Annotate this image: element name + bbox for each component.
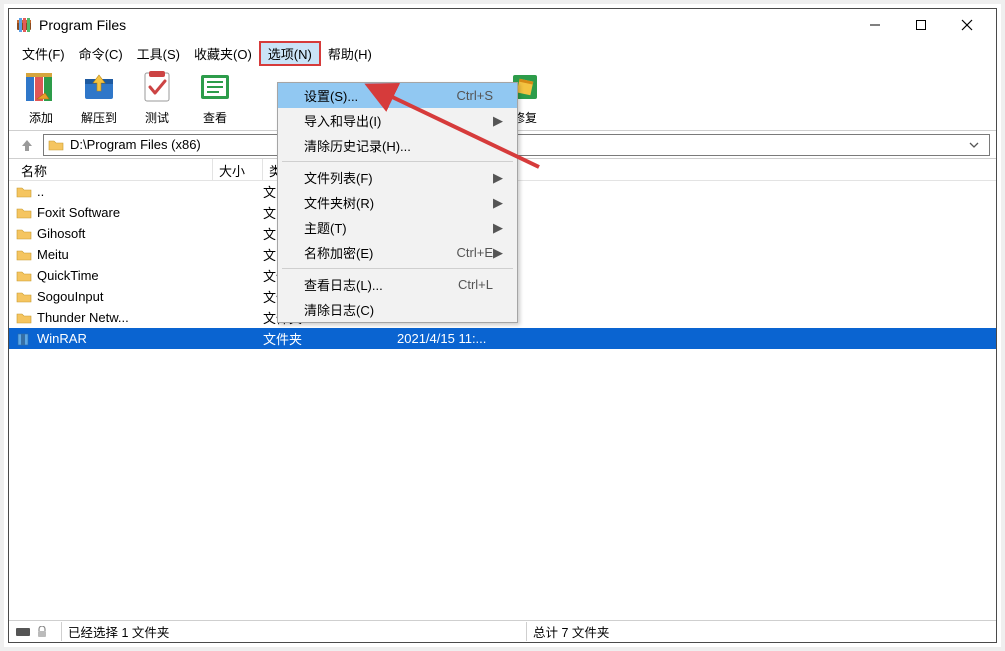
folder-icon [15, 290, 33, 304]
tool-label: 解压到 [81, 109, 117, 126]
file-name: QuickTime [33, 268, 213, 283]
dropdown-label: 文件列表(F) [304, 168, 493, 187]
tool-label: 添加 [29, 109, 53, 126]
dropdown-item[interactable]: 清除日志(C) [278, 297, 517, 322]
list-item[interactable]: WinRAR 文件夹2021/4/15 11:... [9, 328, 996, 349]
file-name: .. [33, 184, 213, 199]
shortcut-label: Ctrl+L [458, 277, 493, 292]
maximize-button[interactable] [898, 11, 944, 39]
status-selection: 已经选择 1 文件夹 [61, 622, 526, 641]
archive-icon [15, 332, 33, 346]
dropdown-item[interactable]: 导入和导出(I)▶ [278, 108, 517, 133]
options-dropdown: 设置(S)...Ctrl+S导入和导出(I)▶清除历史记录(H)...文件列表(… [277, 82, 518, 323]
tool-view[interactable]: 查看 [191, 67, 239, 126]
file-name: Foxit Software [33, 205, 213, 220]
menu-file[interactable]: 文件(F) [15, 43, 72, 64]
menu-tools[interactable]: 工具(S) [130, 43, 187, 64]
menu-help[interactable]: 帮助(H) [321, 43, 379, 64]
app-icon [15, 16, 33, 34]
menu-options[interactable]: 选项(N) [259, 41, 321, 66]
window-title: Program Files [39, 17, 126, 33]
shortcut-label: Ctrl+S [457, 88, 493, 103]
file-date: 2021/4/15 11:... [397, 331, 537, 346]
close-button[interactable] [944, 11, 990, 39]
separator [282, 268, 513, 269]
dropdown-item[interactable]: 设置(S)...Ctrl+S [278, 83, 517, 108]
status-total: 总计 7 文件夹 [526, 622, 996, 641]
file-name: Meitu [33, 247, 213, 262]
dropdown-label: 清除日志(C) [304, 300, 493, 319]
dropdown-item[interactable]: 文件列表(F)▶ [278, 165, 517, 190]
test-icon [134, 67, 180, 107]
col-size[interactable]: 大小 [213, 159, 263, 180]
lock-icon [35, 626, 49, 638]
tool-label: 测试 [145, 109, 169, 126]
chevron-right-icon: ▶ [493, 113, 503, 129]
folder-icon [15, 269, 33, 283]
menubar: 文件(F) 命令(C) 工具(S) 收藏夹(O) 选项(N) 帮助(H) [9, 41, 996, 65]
status-bar: 已经选择 1 文件夹 总计 7 文件夹 [9, 620, 996, 642]
up-arrow-icon[interactable] [15, 134, 39, 156]
menu-favorites[interactable]: 收藏夹(O) [187, 43, 259, 64]
chevron-right-icon: ▶ [493, 220, 503, 236]
dropdown-label: 清除历史记录(H)... [304, 136, 493, 155]
tool-extract[interactable]: 解压到 [75, 67, 123, 126]
dropdown-item[interactable]: 查看日志(L)...Ctrl+L [278, 272, 517, 297]
dropdown-item[interactable]: 名称加密(E)Ctrl+E▶ [278, 240, 517, 265]
folder-icon [15, 227, 33, 241]
folder-icon [15, 185, 33, 199]
dropdown-label: 文件夹树(R) [304, 193, 493, 212]
chevron-right-icon: ▶ [493, 195, 503, 211]
folder-icon [15, 248, 33, 262]
file-type: 文件夹 [263, 329, 397, 348]
dropdown-label: 导入和导出(I) [304, 111, 493, 130]
dropdown-item[interactable]: 主题(T)▶ [278, 215, 517, 240]
tool-test[interactable]: 测试 [133, 67, 181, 126]
extract-icon [76, 67, 122, 107]
folder-icon [15, 206, 33, 220]
separator [282, 161, 513, 162]
tool-add[interactable]: 添加 [17, 67, 65, 126]
file-name: WinRAR [33, 331, 213, 346]
view-icon [192, 67, 238, 107]
dropdown-label: 查看日志(L)... [304, 275, 458, 294]
minimize-button[interactable] [852, 11, 898, 39]
dropdown-item[interactable]: 文件夹树(R)▶ [278, 190, 517, 215]
folder-icon [15, 311, 33, 325]
folder-icon [48, 138, 64, 152]
chevron-right-icon: ▶ [493, 245, 503, 261]
col-name[interactable]: 名称 [15, 159, 213, 180]
dropdown-label: 名称加密(E) [304, 243, 457, 262]
books-archive-icon [18, 67, 64, 107]
dropdown-label: 主题(T) [304, 218, 493, 237]
file-name: Gihosoft [33, 226, 213, 241]
tool-label: 查看 [203, 109, 227, 126]
dropdown-label: 设置(S)... [304, 86, 457, 105]
shortcut-label: Ctrl+E [457, 245, 493, 260]
menu-commands[interactable]: 命令(C) [72, 43, 130, 64]
titlebar: Program Files [9, 9, 996, 41]
chevron-right-icon: ▶ [493, 170, 503, 186]
dropdown-item[interactable]: 清除历史记录(H)... [278, 133, 517, 158]
disk-icon [15, 626, 35, 638]
file-name: SogouInput [33, 289, 213, 304]
file-name: Thunder Netw... [33, 310, 213, 325]
chevron-down-icon[interactable] [969, 140, 985, 150]
